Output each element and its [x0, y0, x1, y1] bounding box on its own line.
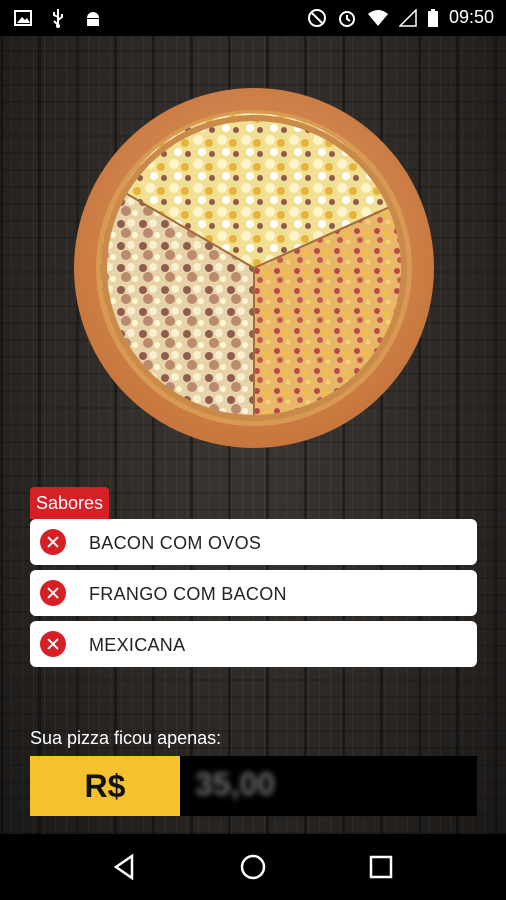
- flavor-item: MEXICANA: [30, 621, 477, 667]
- flavor-name: MEXICANA: [89, 635, 186, 655]
- image-icon: [14, 10, 32, 26]
- navigation-bar: [0, 834, 506, 900]
- currency-symbol: R$: [30, 756, 180, 816]
- flavor-item: BACON COM OVOS: [30, 519, 477, 565]
- price-value: 35,00: [195, 766, 276, 802]
- back-icon[interactable]: [110, 852, 140, 882]
- usb-icon: [53, 9, 63, 28]
- price-panel: R$ 35,00: [30, 756, 477, 816]
- flavor-name: FRANGO COM BACON: [89, 584, 287, 604]
- recents-icon[interactable]: [366, 852, 396, 882]
- clock-time: 09:50: [448, 7, 494, 27]
- remove-flavor-icon[interactable]: [40, 580, 66, 606]
- pizza-image: [72, 86, 436, 450]
- battery-icon: [427, 8, 438, 27]
- home-icon[interactable]: [238, 852, 268, 882]
- status-bar: 09:50: [0, 0, 506, 36]
- do-not-disturb-icon: [307, 8, 326, 27]
- android-icon: [87, 12, 99, 26]
- price-caption: Sua pizza ficou apenas:: [30, 728, 222, 748]
- flavor-item: FRANGO COM BACON: [30, 570, 477, 616]
- flavors-title: Sabores: [30, 487, 110, 519]
- alarm-icon: [338, 10, 355, 27]
- flavor-name: BACON COM OVOS: [89, 533, 262, 553]
- signal-icon: [398, 8, 417, 27]
- wifi-icon: [367, 9, 388, 26]
- remove-flavor-icon[interactable]: [40, 529, 66, 555]
- remove-flavor-icon[interactable]: [40, 631, 66, 657]
